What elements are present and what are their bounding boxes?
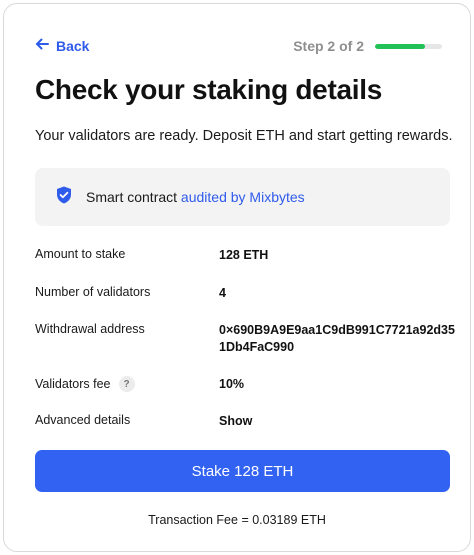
amount-label: Amount to stake <box>35 247 126 261</box>
transaction-fee: Transaction Fee = 0.03189 ETH <box>148 513 326 527</box>
stake-button[interactable]: Stake 128 ETH <box>35 450 450 492</box>
audit-link[interactable]: audited by Mixbytes <box>181 189 305 205</box>
step-indicator: Step 2 of 2 <box>293 38 364 54</box>
audit-notice: Smart contract audited by Mixbytes <box>35 168 450 226</box>
validators-value: 4 <box>219 286 226 300</box>
back-label: Back <box>56 37 90 54</box>
page-title: Check your staking details <box>35 74 382 105</box>
shield-check-icon <box>56 186 86 209</box>
page-subtitle: Your validators are ready. Deposit ETH a… <box>35 128 453 144</box>
audit-text: Smart contract audited by Mixbytes <box>86 189 305 205</box>
back-button[interactable]: Back <box>35 37 89 54</box>
fee-value: 10% <box>219 377 245 391</box>
staking-details-card: Back Step 2 of 2 Check your staking deta… <box>3 3 471 552</box>
fee-label-group: Validators fee ? <box>35 376 135 392</box>
withdrawal-address: 0×690B9A9E9aa1C9dB991C7721a92d351Db4FaC9… <box>219 323 455 354</box>
show-advanced-link[interactable]: Show <box>219 413 459 430</box>
arrow-left-icon <box>35 37 49 54</box>
amount-value: 128 ETH <box>219 248 269 262</box>
validators-label: Number of validators <box>35 285 151 299</box>
advanced-label: Advanced details <box>35 413 131 427</box>
withdrawal-label: Withdrawal address <box>35 322 145 336</box>
help-icon[interactable]: ? <box>118 376 135 392</box>
step-progress-bar <box>375 44 442 49</box>
top-bar: Back Step 2 of 2 <box>35 37 442 57</box>
audit-prefix: Smart contract <box>86 189 178 205</box>
step-progress-fill <box>375 44 426 49</box>
fee-label: Validators fee <box>35 377 111 391</box>
